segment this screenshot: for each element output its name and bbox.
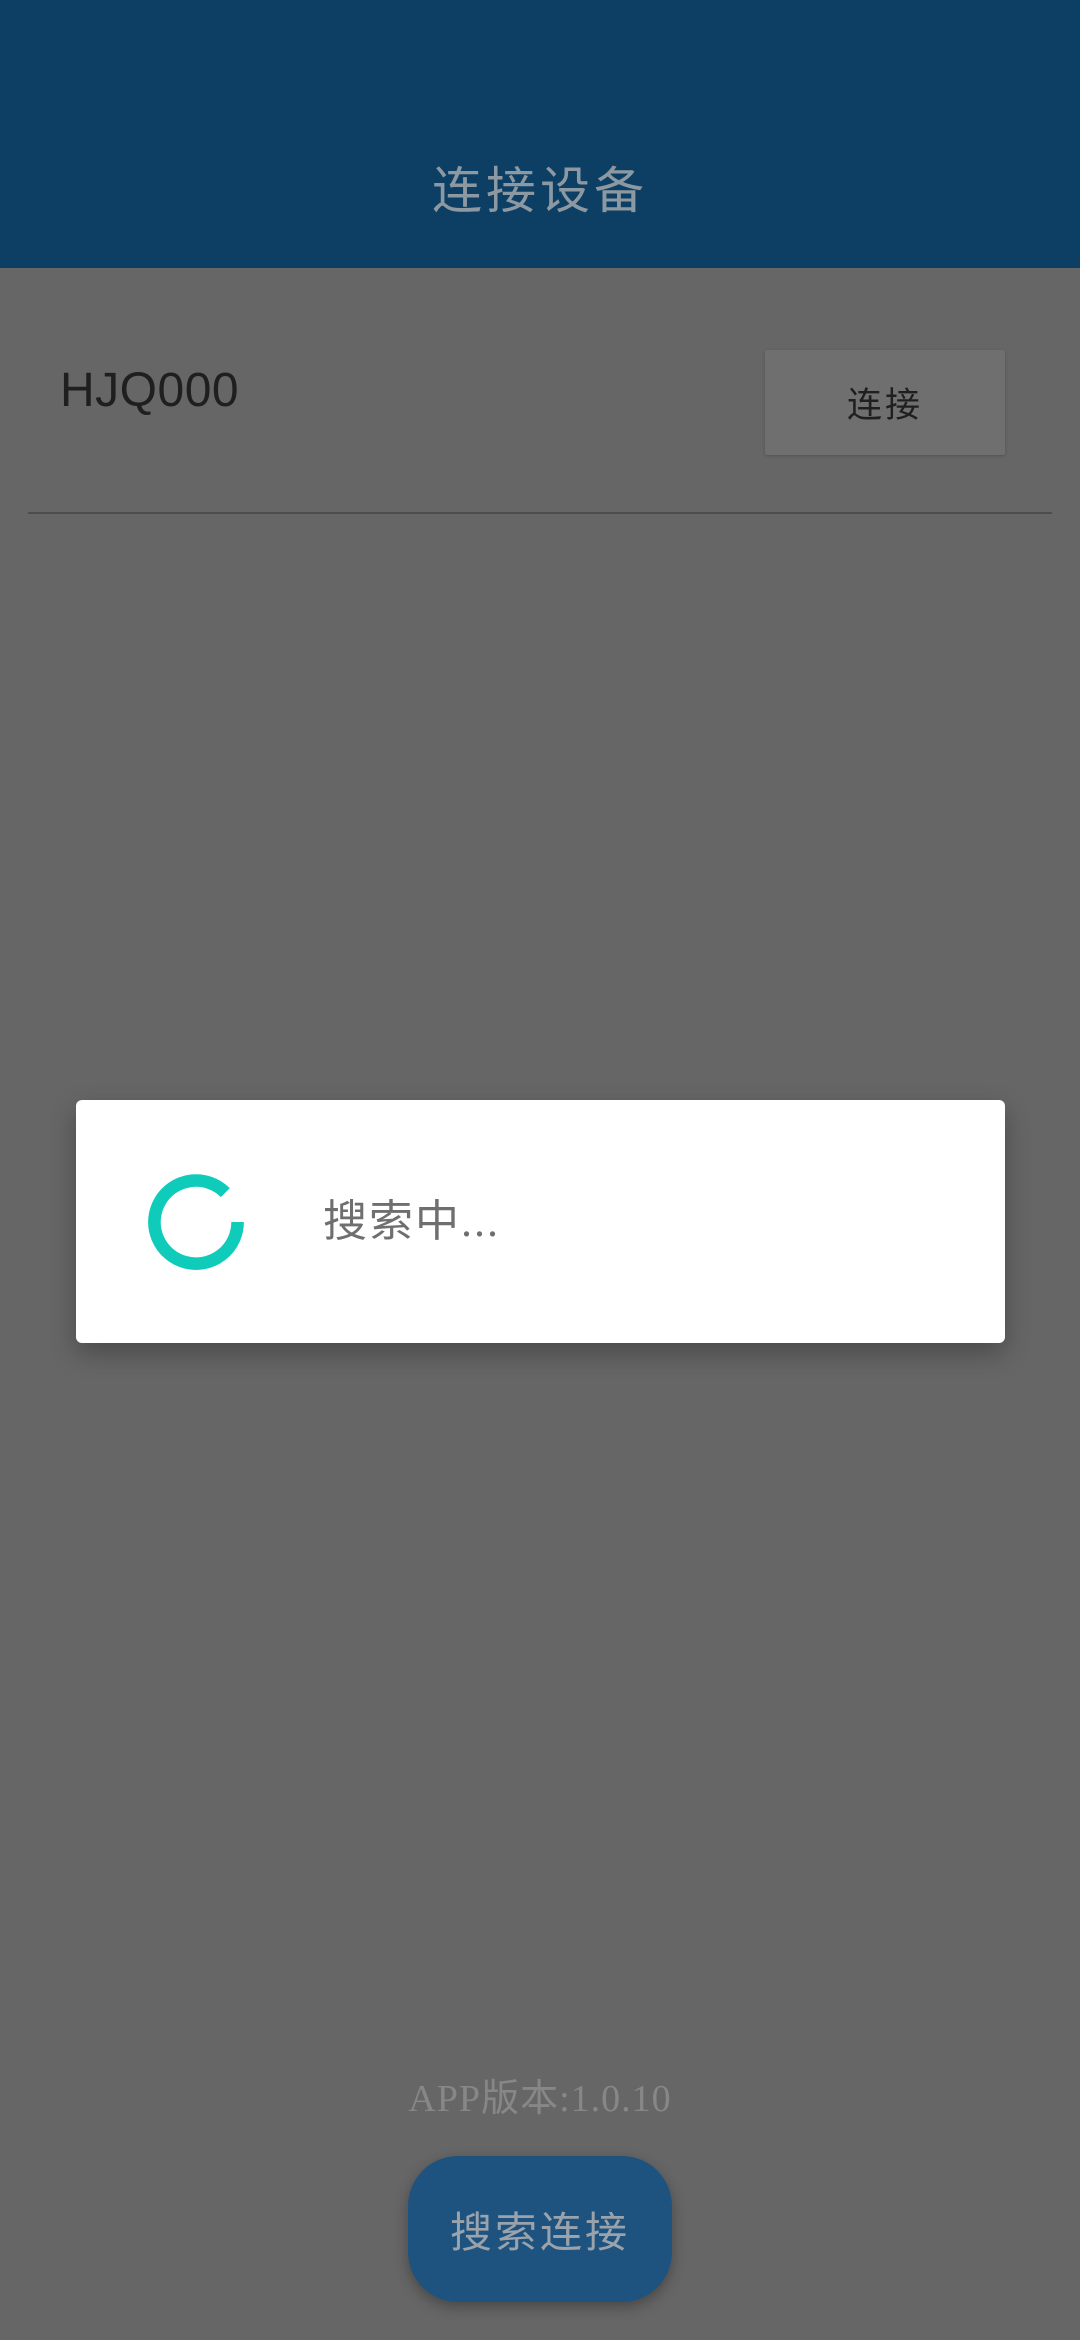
device-name: HJQ000 <box>60 363 240 417</box>
list-divider <box>28 512 1052 514</box>
footer: APP版本:1.0.10 搜索连接 <box>0 2080 1080 2302</box>
page-title: 连接设备 <box>432 163 648 219</box>
connect-button[interactable]: 连接 <box>765 350 1005 455</box>
app-header: 连接设备 <box>0 0 1080 268</box>
search-connect-button[interactable]: 搜索连接 <box>408 2156 672 2302</box>
searching-dialog: 搜索中... <box>76 1100 1005 1343</box>
loading-spinner-icon <box>148 1173 244 1270</box>
device-list: HJQ000 连接 <box>0 268 1080 1918</box>
app-screen: 连接设备 HJQ000 连接 APP版本:1.0.10 搜索连接 搜索中... <box>0 0 1080 2340</box>
searching-status-text: 搜索中... <box>323 1196 500 1246</box>
device-list-item[interactable]: HJQ000 连接 <box>0 268 1080 514</box>
app-version-label: APP版本:1.0.10 <box>408 2078 672 2120</box>
